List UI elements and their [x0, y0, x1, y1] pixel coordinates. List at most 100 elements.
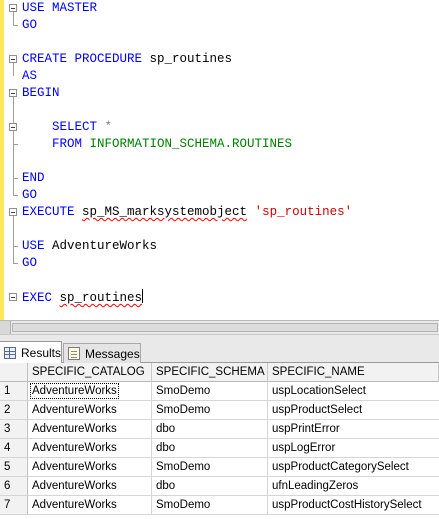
code-token: SELECT	[22, 120, 98, 134]
code-line-go-1[interactable]: GO	[22, 17, 37, 34]
collapse-icon[interactable]	[9, 293, 17, 301]
cell-value: SmoDemo	[156, 461, 211, 473]
code-line-go-3[interactable]: GO	[22, 255, 37, 272]
change-tracking-bar	[0, 0, 4, 320]
table-cell[interactable]: AdventureWorks	[28, 496, 152, 515]
outline-line	[13, 63, 14, 76]
code-line-exec-routines[interactable]: EXEC sp_routines	[22, 289, 144, 306]
cell-value: uspProductSelect	[272, 404, 363, 416]
table-cell[interactable]: uspLocationSelect	[268, 382, 439, 401]
horizontal-scrollbar[interactable]	[0, 320, 439, 335]
table-cell[interactable]: uspProductCostHistorySelect	[268, 496, 439, 515]
column-header[interactable]: SPECIFIC_NAME	[268, 363, 439, 382]
table-cell[interactable]: SmoDemo	[152, 382, 268, 401]
cell-value: uspPrintError	[272, 423, 340, 435]
row-number[interactable]: 7	[0, 496, 28, 515]
table-cell[interactable]: SmoDemo	[152, 401, 268, 420]
tab-results-label: Results	[20, 345, 61, 360]
table-cell[interactable]: uspPrintError	[268, 420, 439, 439]
table-cell[interactable]: uspLogError	[268, 439, 439, 458]
table-cell[interactable]: AdventureWorks	[28, 477, 152, 496]
table-row[interactable]: 1 AdventureWorks SmoDemo uspLocationSelect	[0, 382, 439, 401]
table-row[interactable]: 4 AdventureWorks dbo uspLogError	[0, 439, 439, 458]
outline-end-tick	[13, 25, 18, 26]
cell-value: uspLogError	[272, 442, 336, 454]
collapse-icon[interactable]	[9, 123, 17, 131]
code-token: *	[97, 120, 113, 134]
outline-line	[13, 97, 14, 178]
row-number[interactable]: 3	[0, 420, 28, 439]
table-cell[interactable]: uspProductCategorySelect	[268, 458, 439, 477]
code-line-execute-mark[interactable]: EXECUTE sp_MS_marksystemobject 'sp_routi…	[22, 204, 352, 221]
cell-value: SmoDemo	[156, 499, 211, 511]
cell-value: AdventureWorks	[32, 442, 117, 454]
row-header-corner[interactable]	[0, 363, 28, 382]
code-token: EXECUTE	[22, 205, 75, 219]
code-token: 'sp_routines'	[254, 205, 353, 219]
table-cell[interactable]: AdventureWorks	[28, 382, 152, 401]
results-tabstrip: Results Messages	[0, 335, 439, 363]
text-caret	[142, 289, 144, 303]
collapse-icon[interactable]	[9, 4, 17, 12]
cell-value: uspProductCategorySelect	[272, 461, 409, 473]
code-line-as[interactable]: AS	[22, 68, 37, 85]
table-row[interactable]: 7 AdventureWorks SmoDemo uspProductCostHist…	[0, 496, 439, 515]
row-number[interactable]: 1	[0, 382, 28, 401]
code-token: sp_routines	[59, 291, 143, 305]
table-row[interactable]: 5 AdventureWorks SmoDemo uspProductCategory…	[0, 458, 439, 477]
grid-icon	[4, 346, 16, 359]
results-grid[interactable]: SPECIFIC_CATALOG SPECIFIC_SCHEMA SPECIFI…	[0, 363, 439, 519]
code-line-begin[interactable]: BEGIN	[22, 85, 60, 102]
table-cell[interactable]: AdventureWorks	[28, 458, 152, 477]
code-token: AdventureWorks	[44, 239, 158, 253]
grid-header-row: SPECIFIC_CATALOG SPECIFIC_SCHEMA SPECIFI…	[0, 363, 439, 382]
table-row[interactable]: 6 AdventureWorks dbo ufnLeadingZeros	[0, 477, 439, 496]
table-cell[interactable]: SmoDemo	[152, 458, 268, 477]
code-line-end[interactable]: END	[22, 170, 45, 187]
table-row[interactable]: 2 AdventureWorks SmoDemo uspProductSelect	[0, 401, 439, 420]
code-token: FROM	[22, 137, 83, 151]
cell-value: SmoDemo	[156, 385, 211, 397]
table-cell[interactable]: dbo	[152, 420, 268, 439]
code-line-from-routines[interactable]: FROM INFORMATION_SCHEMA.ROUTINES	[22, 136, 292, 153]
row-number[interactable]: 4	[0, 439, 28, 458]
outline-end-tick	[13, 144, 18, 145]
table-cell[interactable]: ufnLeadingZeros	[268, 477, 439, 496]
table-cell[interactable]: dbo	[152, 477, 268, 496]
cell-value: uspLocationSelect	[272, 385, 366, 397]
outline-line	[13, 246, 14, 263]
table-cell[interactable]: AdventureWorks	[28, 439, 152, 458]
code-line-use-master[interactable]: USE MASTER	[22, 0, 97, 17]
row-number[interactable]: 2	[0, 401, 28, 420]
table-cell[interactable]: SmoDemo	[152, 496, 268, 515]
code-line-select-star[interactable]: SELECT *	[22, 119, 112, 136]
collapse-icon[interactable]	[9, 55, 17, 63]
row-number[interactable]: 5	[0, 458, 28, 477]
column-header[interactable]: SPECIFIC_SCHEMA	[152, 363, 268, 382]
table-cell[interactable]: AdventureWorks	[28, 420, 152, 439]
row-number[interactable]: 6	[0, 477, 28, 496]
code-token: INFORMATION_SCHEMA.ROUTINES	[82, 137, 293, 151]
column-header[interactable]: SPECIFIC_CATALOG	[28, 363, 152, 382]
scroll-left-button[interactable]	[0, 321, 11, 334]
tab-messages[interactable]: Messages	[63, 343, 141, 363]
cell-value: uspProductCostHistorySelect	[272, 499, 422, 511]
cell-value: AdventureWorks	[32, 499, 117, 511]
code-line-go-2[interactable]: GO	[22, 187, 37, 204]
table-cell[interactable]: dbo	[152, 439, 268, 458]
code-token: CREATE PROCEDURE	[22, 52, 143, 66]
query-editor[interactable]: USE MASTER GO CREATE PROCEDURE sp_routines…	[0, 0, 439, 320]
table-cell[interactable]: AdventureWorks	[28, 401, 152, 420]
scrollbar-thumb[interactable]	[12, 323, 438, 332]
cell-value: AdventureWorks	[32, 404, 117, 416]
collapse-icon[interactable]	[9, 208, 17, 216]
code-token: GO	[22, 18, 38, 32]
code-line-use-adventureworks[interactable]: USE AdventureWorks	[22, 238, 157, 255]
outline-line	[13, 178, 14, 195]
collapse-icon[interactable]	[9, 89, 17, 97]
code-line-create-procedure[interactable]: CREATE PROCEDURE sp_routines	[22, 51, 232, 68]
table-cell[interactable]: uspProductSelect	[268, 401, 439, 420]
table-row[interactable]: 3 AdventureWorks dbo uspPrintError	[0, 420, 439, 439]
outline-line	[13, 216, 14, 246]
tab-results[interactable]: Results	[0, 341, 62, 363]
